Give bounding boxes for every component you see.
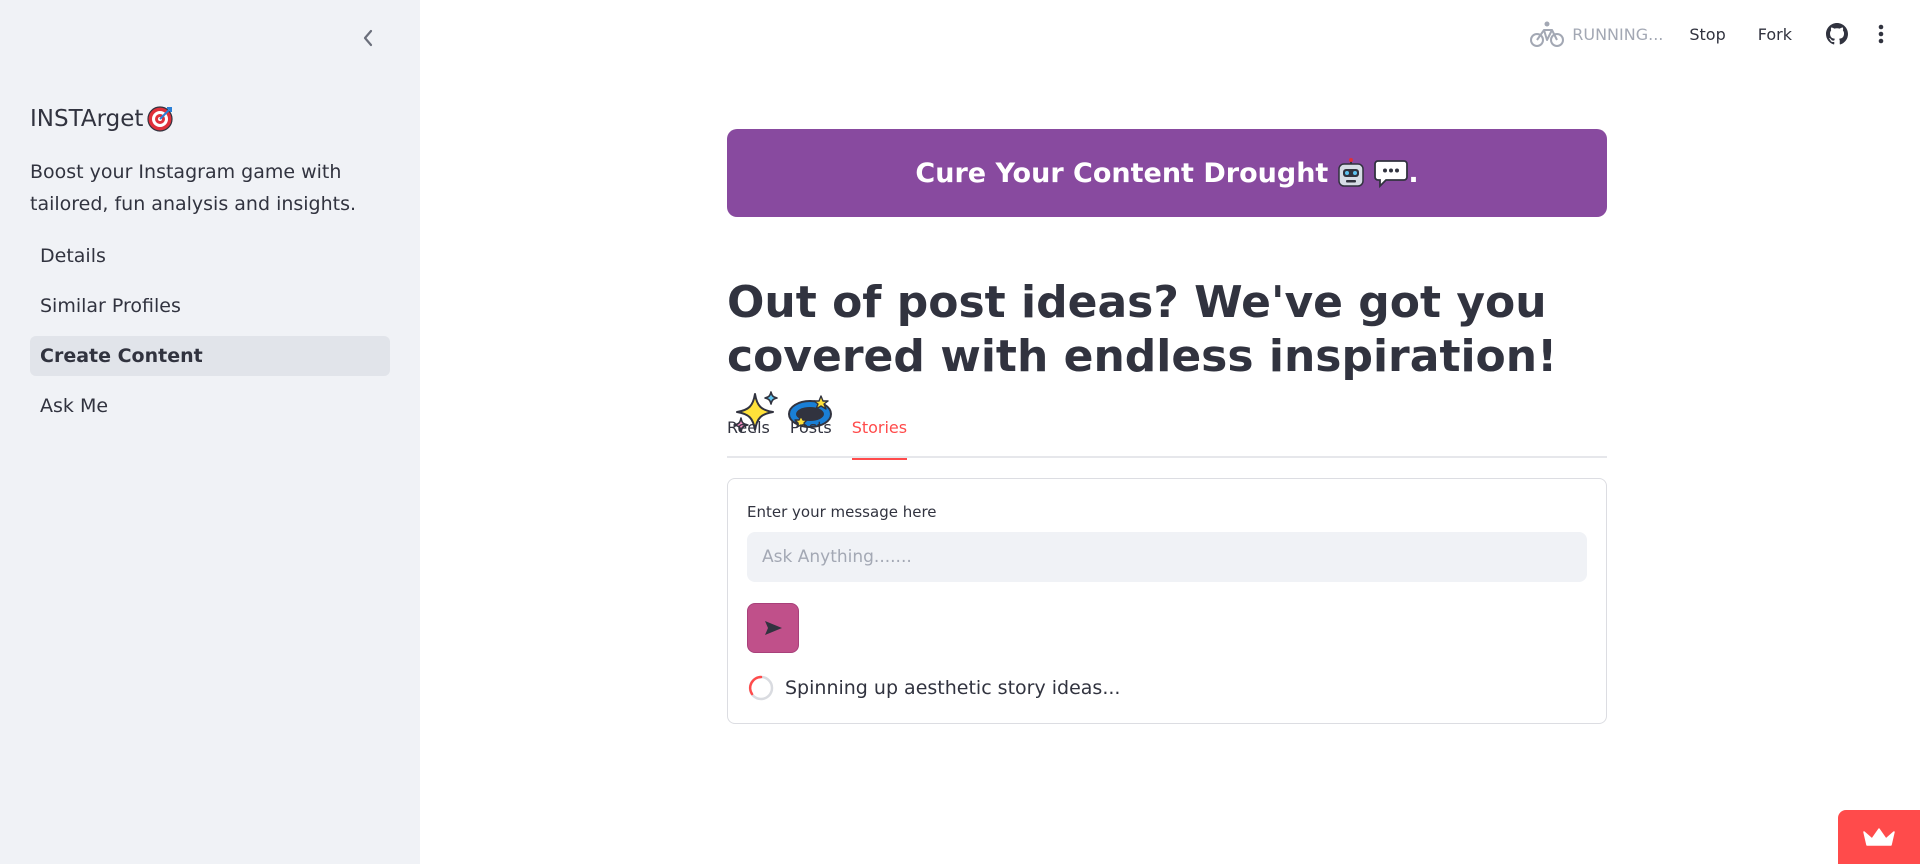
sidebar-item-ask-me[interactable]: Ask Me [30,386,390,426]
loading-text: Spinning up aesthetic story ideas... [785,677,1121,699]
page-title: Out of post ideas? We've got you covered… [727,276,1607,438]
spinner-icon [748,675,774,701]
tab-reels[interactable]: Reels [727,418,770,458]
speech-bubble-icon [1374,156,1409,190]
send-arrow-icon [765,621,782,635]
github-icon[interactable] [1824,21,1850,47]
banner-text: Cure Your Content Drought [915,157,1329,189]
tab-posts[interactable]: Posts [790,418,832,458]
streamlit-badge[interactable] [1838,810,1920,864]
sidebar-item-label: Details [40,245,106,267]
message-input[interactable] [747,532,1587,582]
kebab-menu-icon[interactable] [1868,21,1894,47]
sidebar-item-details[interactable]: Details [30,236,390,276]
loading-indicator: Spinning up aesthetic story ideas... [747,674,1120,702]
sidebar-item-label: Create Content [40,345,203,367]
crown-icon [1863,828,1895,846]
tab-stories[interactable]: Stories [851,418,908,460]
stop-button[interactable]: Stop [1689,25,1725,44]
app-tagline: Boost your Instagram game with tailored,… [30,161,357,215]
banner-suffix: . [1408,157,1419,189]
sidebar-item-similar-profiles[interactable]: Similar Profiles [30,286,390,326]
chevron-left-icon [363,29,373,47]
fork-button[interactable]: Fork [1758,25,1792,44]
send-button[interactable] [747,603,799,653]
sidebar-item-label: Similar Profiles [40,295,181,317]
collapse-sidebar-button[interactable] [355,25,381,51]
app-brand: INSTArget [30,106,174,132]
hero-banner: Cure Your Content Drought . [727,129,1607,217]
app-toolbar: RUNNING... Stop Fork [1530,18,1920,50]
message-form: Enter your message here Spinning up aest… [727,478,1607,724]
message-field-label: Enter your message here [747,503,937,521]
robot-icon [1334,156,1368,190]
page-title-text: Out of post ideas? We've got you covered… [727,277,1558,382]
direct-hit-icon [147,106,174,132]
running-status-text: RUNNING... [1572,24,1664,44]
sidebar: INSTArget Boost your Instagram game with… [0,0,420,864]
running-status: RUNNING... [1530,20,1663,48]
sidebar-item-create-content[interactable]: Create Content [30,336,390,376]
content-type-tabs: Reels Posts Stories [727,418,1607,460]
sidebar-item-label: Ask Me [40,395,109,417]
bicycle-icon [1530,21,1565,47]
app-title: INSTArget [30,106,144,132]
sidebar-nav: Details Similar Profiles Create Content … [30,236,390,436]
